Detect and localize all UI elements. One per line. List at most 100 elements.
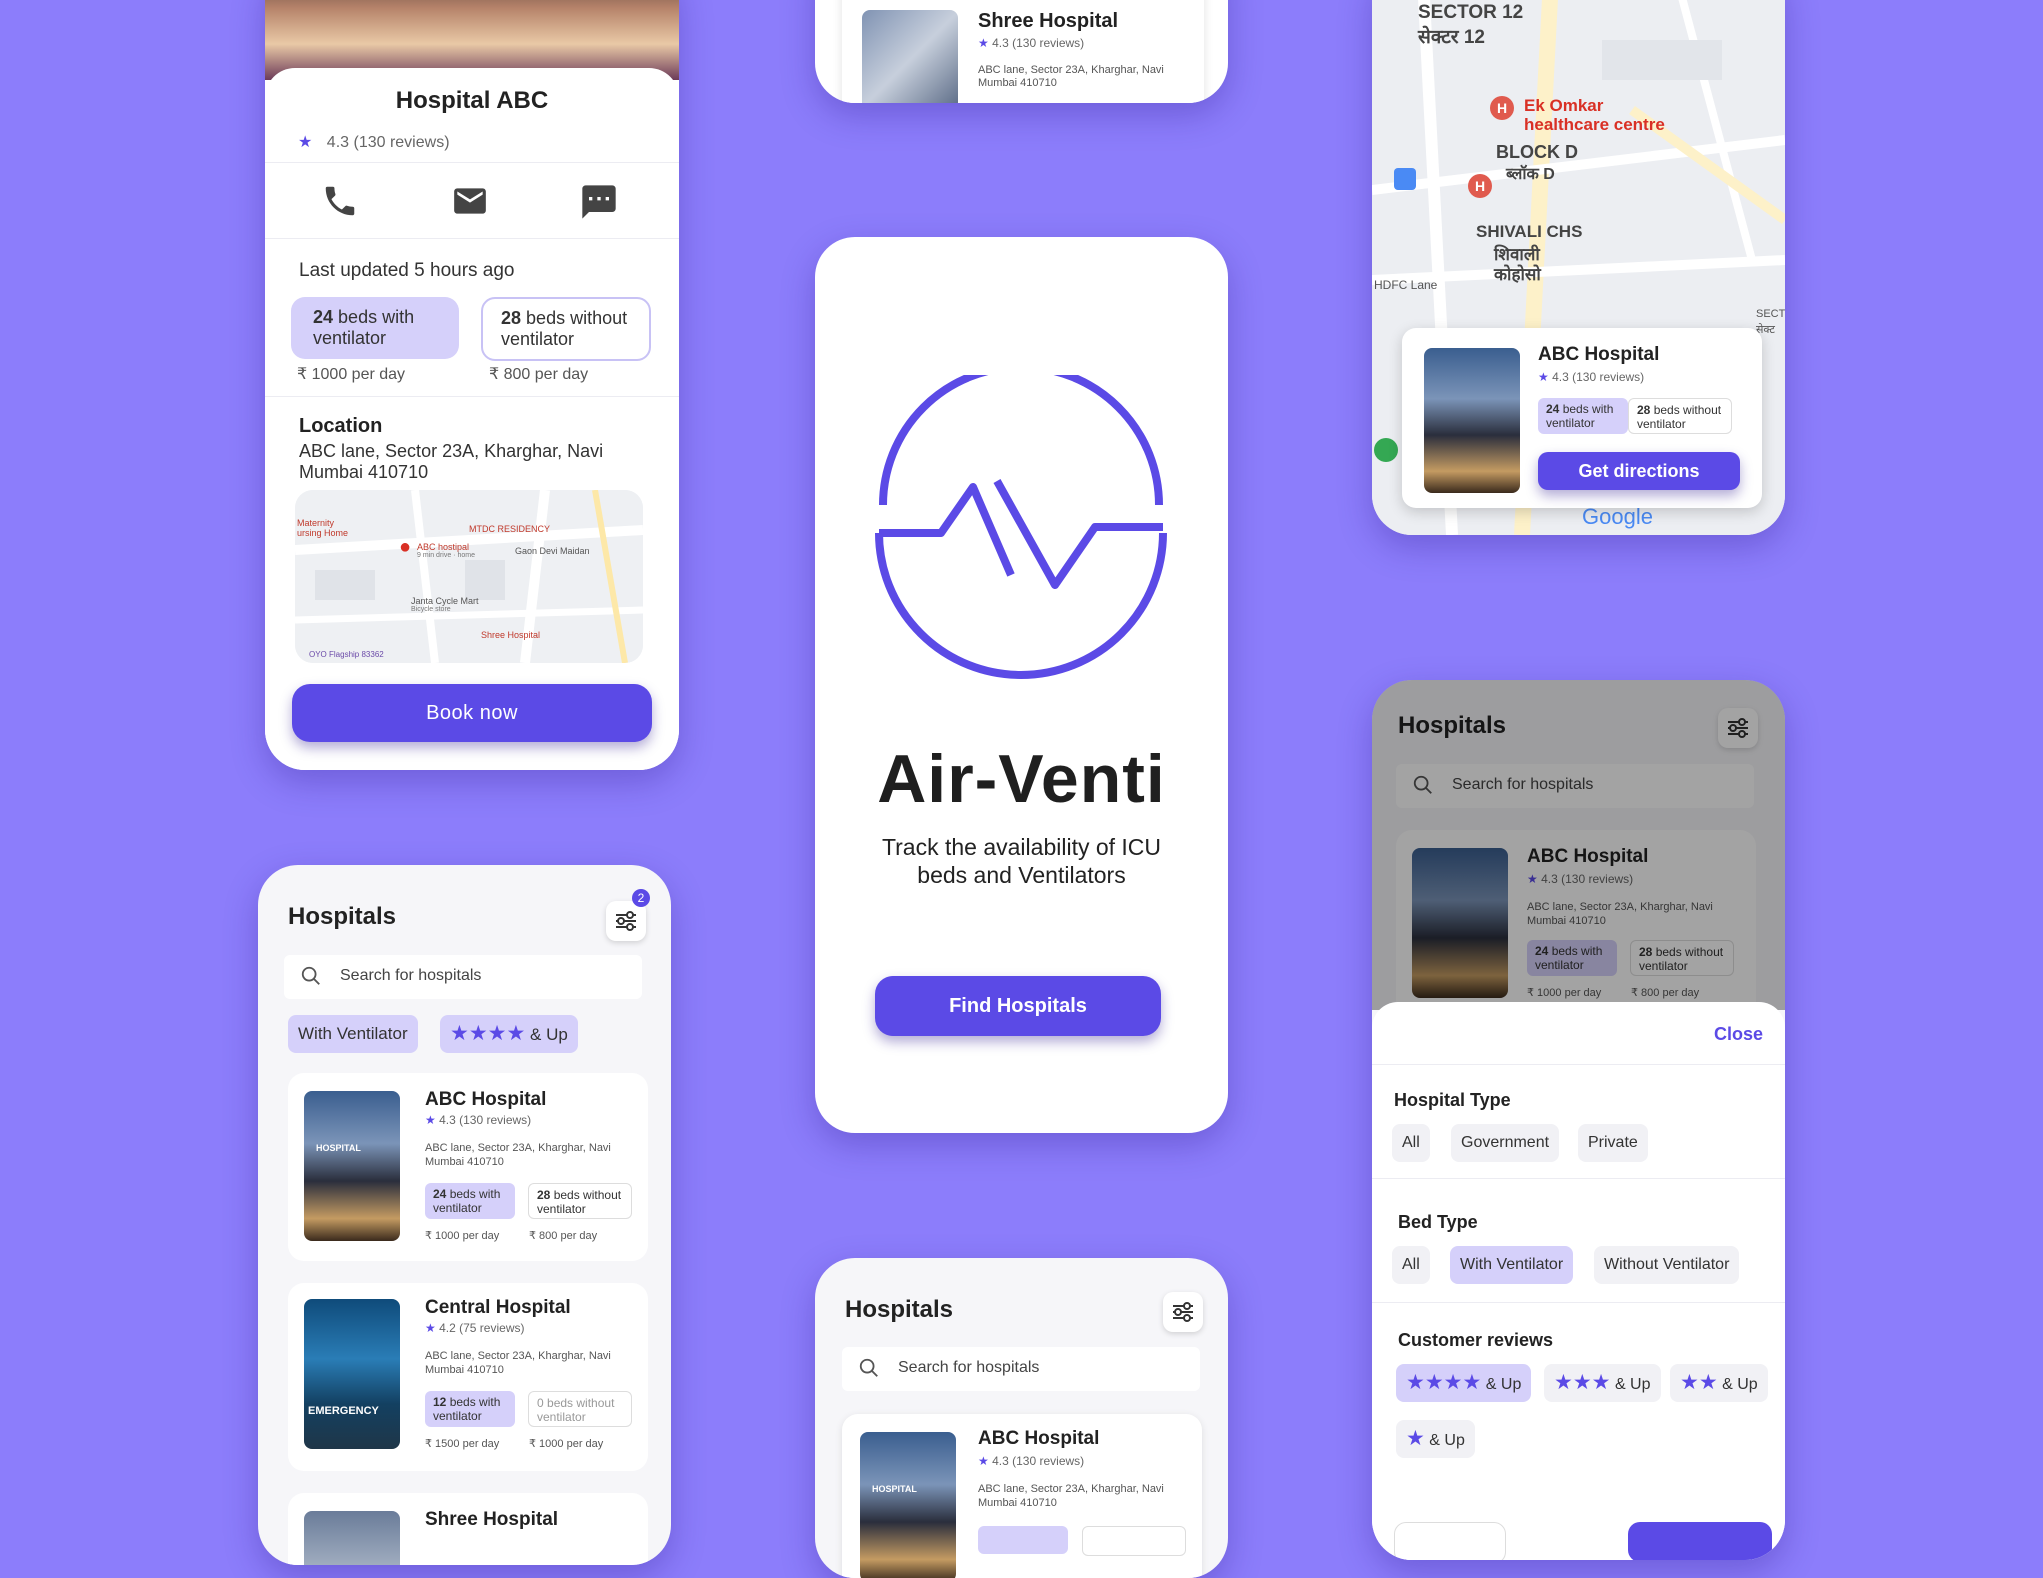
bed-option-with-ventilator[interactable]: With Ventilator (1450, 1246, 1574, 1284)
splash-screen: Air-Venti Track the availability of ICU … (815, 237, 1228, 1133)
divider (1372, 1178, 1785, 1179)
clear-filters-button[interactable] (1394, 1522, 1506, 1560)
location-map[interactable]: Maternity ursing Home MTDC RESIDENCY ● A… (295, 490, 643, 663)
location-heading: Location (299, 415, 383, 437)
beds-with-ventilator-pill[interactable]: 24 beds with ventilator (291, 297, 459, 359)
chip-rating[interactable]: ★★★★ & Up (440, 1015, 578, 1053)
map-hospital-card[interactable]: ABC Hospital ★ 4.3 (130 reviews) 24 beds… (1402, 328, 1762, 508)
tagline-line2: beds and Ventilators (917, 862, 1126, 888)
map-label: HDFC Lane (1374, 278, 1438, 292)
stars-icon: ★★★★ (1406, 1371, 1482, 1394)
hospital-thumbnail (304, 1511, 400, 1565)
hospital-name: ABC Hospital (425, 1089, 547, 1110)
find-hospitals-button[interactable]: Find Hospitals (875, 976, 1161, 1036)
review-option-1[interactable]: ★ & Up (1396, 1420, 1475, 1458)
beds-without-ventilator-pill[interactable]: 28 beds without ventilator (1628, 398, 1732, 434)
map-label: SECTOR 12 (1418, 2, 1524, 23)
page-title: Hospitals (288, 903, 397, 930)
hospital-name: Shree Hospital (978, 10, 1119, 32)
hospital-name: Central Hospital (425, 1297, 571, 1318)
bed-option-all[interactable]: All (1392, 1246, 1430, 1284)
hospital-address: ABC lane, Sector 23A, Kharghar, Navi Mum… (978, 64, 1164, 89)
sliders-icon (1173, 1302, 1193, 1322)
app-logo (875, 375, 1167, 679)
search-input[interactable]: Search for hospitals (284, 955, 642, 999)
hospital-pin-icon: H (1490, 96, 1514, 120)
list-item[interactable]: Shree Hospital (288, 1493, 648, 1565)
close-link[interactable]: Close (1714, 1024, 1763, 1045)
map-label: ABC hostipal (417, 542, 470, 552)
filter-button[interactable] (1163, 1292, 1203, 1332)
map-label: 9 min drive · home (417, 552, 475, 559)
price-without: ₹ 800 per day (529, 1230, 598, 1242)
type-option-private[interactable]: Private (1578, 1124, 1648, 1162)
hospital-name: ABC Hospital (1538, 344, 1660, 365)
price-without: ₹ 1000 per day (529, 1438, 604, 1450)
hospital-pin-icon: H (1468, 174, 1492, 198)
map-label: SHIVALI CHS (1476, 222, 1583, 241)
beds-without-ventilator-pill[interactable] (1082, 1526, 1186, 1556)
beds-with-ventilator-pill[interactable]: 12 beds with ventilator (425, 1391, 515, 1427)
beds-without-ventilator-pill[interactable]: 28 beds without ventilator (481, 297, 651, 361)
hospital-title: Hospital ABC (395, 87, 549, 114)
map-label: Bicycle store (411, 606, 451, 613)
type-option-government[interactable]: Government (1451, 1124, 1560, 1162)
beds-with-ventilator-pill[interactable]: 24 beds with ventilator (1538, 398, 1628, 434)
map-label: Gaon Devi Maidan (515, 546, 590, 556)
tagline-line1: Track the availability of ICU (881, 834, 1162, 860)
phone-icon[interactable] (321, 182, 359, 225)
map-pin-icon: ● (399, 536, 412, 558)
star-icon: ★ (425, 1113, 436, 1127)
beds-with-ventilator-pill[interactable]: 24 beds with ventilator (425, 1183, 515, 1219)
get-directions-button[interactable]: Get directions (1538, 452, 1740, 490)
review-option-4[interactable]: ★★★★ & Up (1396, 1364, 1532, 1402)
stars-icon: ★★★★ (450, 1022, 526, 1045)
list-item[interactable]: HOSPITAL ABC Hospital ★ 4.3 (130 reviews… (842, 1414, 1202, 1578)
rating-row: ★ 4.3 (130 reviews) (425, 1113, 532, 1127)
hospital-name: ABC Hospital (978, 1428, 1100, 1449)
map-label: ब्लॉक D (1506, 166, 1555, 183)
chat-icon[interactable] (579, 182, 619, 227)
beds-without-ventilator-pill[interactable]: 0 beds without ventilator (528, 1391, 632, 1427)
beds-with-ventilator-pill[interactable] (978, 1526, 1068, 1554)
chip-with-ventilator[interactable]: With Ventilator (288, 1015, 418, 1053)
hospital-address: ABC lane, Sector 23A, Kharghar, Navi Mum… (425, 1142, 611, 1168)
mail-icon[interactable] (450, 182, 490, 225)
type-option-all[interactable]: All (1392, 1124, 1430, 1162)
park-pin-icon (1374, 438, 1398, 462)
filter-button[interactable]: 2 (606, 889, 650, 941)
beds-without-ventilator-pill[interactable]: 28 beds without ventilator (528, 1183, 632, 1219)
rating-row: ★ 4.2 (75 reviews) (425, 1321, 525, 1335)
price-with: ₹ 1000 per day (425, 1230, 500, 1242)
map-label: healthcare centre (1524, 115, 1665, 134)
list-item[interactable]: EMERGENCY Central Hospital ★ 4.2 (75 rev… (288, 1283, 648, 1471)
page-title: Hospitals (845, 1296, 954, 1323)
list-item[interactable]: HOSPITAL ABC Hospital ★ 4.3 (130 reviews… (288, 1073, 648, 1261)
rating-row: ★ 4.3 (130 reviews) (1538, 370, 1645, 384)
star-icon: ★ (298, 134, 313, 151)
search-input[interactable]: Search for hospitals (842, 1347, 1200, 1391)
apply-filters-button[interactable] (1628, 1522, 1772, 1560)
filter-count-badge: 2 (632, 889, 650, 907)
map-label: सेक्टर 12 (1418, 27, 1485, 48)
hospital-list-screen: Hospitals 2 Search for hospitals With Ve… (258, 865, 671, 1565)
divider (1372, 1064, 1785, 1065)
hospital-thumbnail (862, 10, 958, 103)
star-icon: ★ (978, 36, 989, 50)
book-now-button[interactable]: Book now (292, 684, 652, 742)
bed-type-heading: Bed Type (1398, 1212, 1478, 1232)
search-icon (300, 965, 322, 992)
star-icon: ★ (425, 1321, 436, 1335)
star-icon: ★ (978, 1454, 989, 1468)
bed-option-without-ventilator[interactable]: Without Ventilator (1594, 1246, 1740, 1284)
map-label: Shree Hospital (481, 630, 541, 640)
filter-sheet: Close Hospital Type All Government Priva… (1372, 1002, 1785, 1560)
customer-reviews-heading: Customer reviews (1398, 1330, 1554, 1350)
rating-row: ★ 4.3 (130 reviews) (978, 36, 1085, 50)
map-label: MTDC RESIDENCY (469, 524, 551, 534)
modal-scrim[interactable] (1372, 680, 1785, 1010)
review-option-2[interactable]: ★★ & Up (1670, 1364, 1768, 1402)
review-option-3[interactable]: ★★★ & Up (1544, 1364, 1661, 1402)
divider (265, 238, 679, 239)
hospital-list-screen-2: Hospitals Search for hospitals HOSPITAL … (815, 1258, 1228, 1578)
